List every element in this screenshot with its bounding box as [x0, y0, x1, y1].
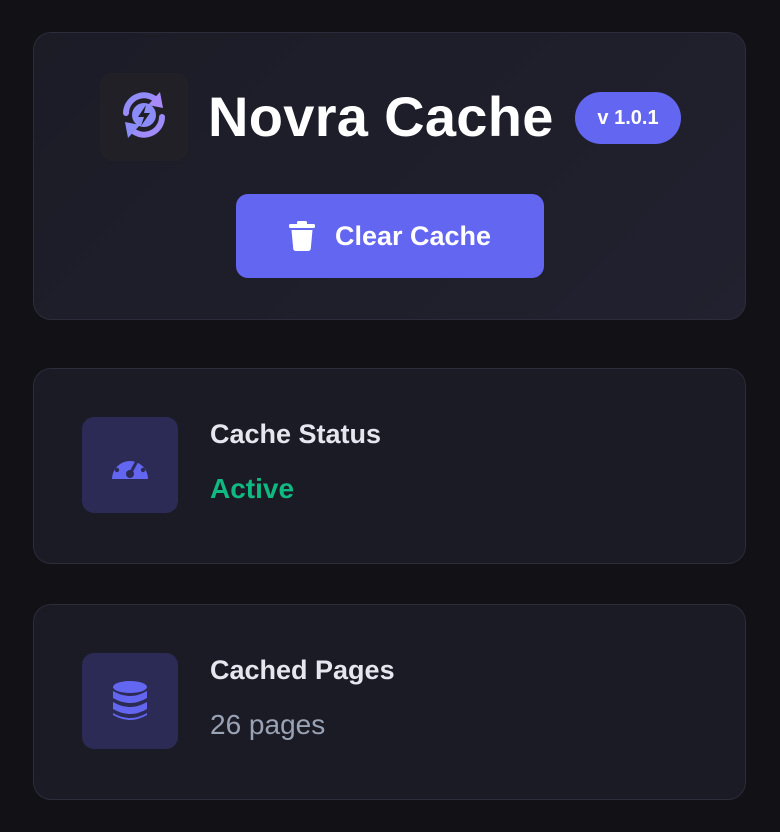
header-card: Novra Cache v 1.0.1 Clear Cache [33, 32, 746, 320]
trash-icon [288, 221, 315, 251]
cache-status-card: Cache Status Active [33, 368, 746, 564]
clear-cache-label: Clear Cache [334, 220, 492, 251]
pages-icon-box [82, 653, 178, 749]
logo [100, 73, 188, 161]
cached-pages-card: Cached Pages 26 pages [33, 604, 746, 800]
status-icon-box [82, 417, 178, 513]
cached-pages-label: Cached Pages [210, 655, 395, 685]
cache-status-value: Active [210, 473, 295, 504]
gauge-icon [110, 449, 150, 481]
clear-cache-button[interactable]: Clear Cache [236, 194, 544, 278]
cached-pages-value: 26 pages [210, 709, 326, 740]
cache-status-label: Cache Status [210, 419, 382, 449]
version-badge: v 1.0.1 [575, 92, 681, 144]
app-title: Novra Cache [208, 85, 554, 148]
database-icon [112, 681, 148, 721]
refresh-bolt-icon [116, 87, 172, 148]
